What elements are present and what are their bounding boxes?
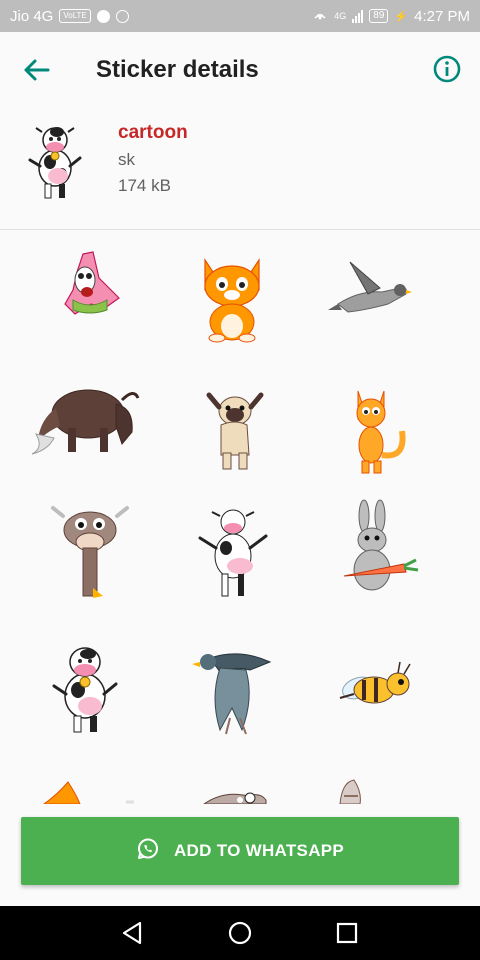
info-icon[interactable] xyxy=(432,54,462,84)
battery-icon: 89 xyxy=(369,9,389,23)
vpn-shield-icon xyxy=(96,9,110,23)
add-to-whatsapp-button[interactable]: ADD TO WHATSAPP xyxy=(21,817,459,885)
hotspot-icon xyxy=(312,6,328,26)
pack-tray-image xyxy=(24,120,86,202)
navigation-bar xyxy=(0,906,480,960)
clock: 4:27 PM xyxy=(414,7,470,25)
signal-strength-icon xyxy=(352,9,364,23)
partial-sticker-3[interactable] xyxy=(318,772,428,804)
status-left: Jio 4G VoLTE xyxy=(10,8,129,25)
sync-icon xyxy=(115,9,129,23)
rabbit-carrot-sticker[interactable] xyxy=(322,496,432,606)
whatsapp-icon xyxy=(136,837,160,866)
partial-sticker-1[interactable] xyxy=(32,772,142,804)
volte-badge: VoLTE xyxy=(59,9,91,23)
pack-header: cartoon sk 174 kB xyxy=(0,108,480,228)
pack-size: 174 kB xyxy=(118,176,171,195)
charging-icon: ⚡ xyxy=(394,10,409,23)
dabbing-pug-sticker[interactable] xyxy=(181,379,291,489)
nav-home-icon[interactable] xyxy=(225,918,255,948)
pack-publisher: sk xyxy=(118,150,135,169)
patrick-star-sticker[interactable] xyxy=(35,234,145,344)
toolbar: Sticker details xyxy=(0,32,480,108)
add-button-label: ADD TO WHATSAPP xyxy=(173,841,345,860)
scared-cat-sticker[interactable] xyxy=(324,379,434,489)
page-title: Sticker details xyxy=(96,56,259,83)
orange-kitten-sticker[interactable] xyxy=(177,242,287,352)
arrow-back-icon[interactable] xyxy=(20,54,56,86)
nav-back-icon[interactable] xyxy=(118,918,148,948)
network-type-label: 4G xyxy=(334,11,347,21)
status-right: 4G 89 ⚡ 4:27 PM xyxy=(312,6,470,26)
sticker-grid xyxy=(0,232,480,804)
flying-pigeon-sticker[interactable] xyxy=(320,238,430,348)
goofy-cow-sticker[interactable] xyxy=(35,496,145,606)
partial-sticker-2[interactable] xyxy=(180,772,290,804)
cow-bell-sticker[interactable] xyxy=(30,634,140,744)
nav-recents-icon[interactable] xyxy=(332,918,362,948)
buffalo-sticker[interactable] xyxy=(30,368,140,478)
pack-name: cartoon xyxy=(118,122,188,143)
dancing-cow-sticker[interactable] xyxy=(178,500,288,610)
flying-eagle-sticker[interactable] xyxy=(180,638,290,748)
carrier-label: Jio 4G xyxy=(10,7,54,25)
cartoon-bee-sticker[interactable] xyxy=(318,642,428,752)
status-bar: Jio 4G VoLTE 4G 89 ⚡ 4:27 PM xyxy=(0,0,480,32)
divider xyxy=(0,229,480,230)
